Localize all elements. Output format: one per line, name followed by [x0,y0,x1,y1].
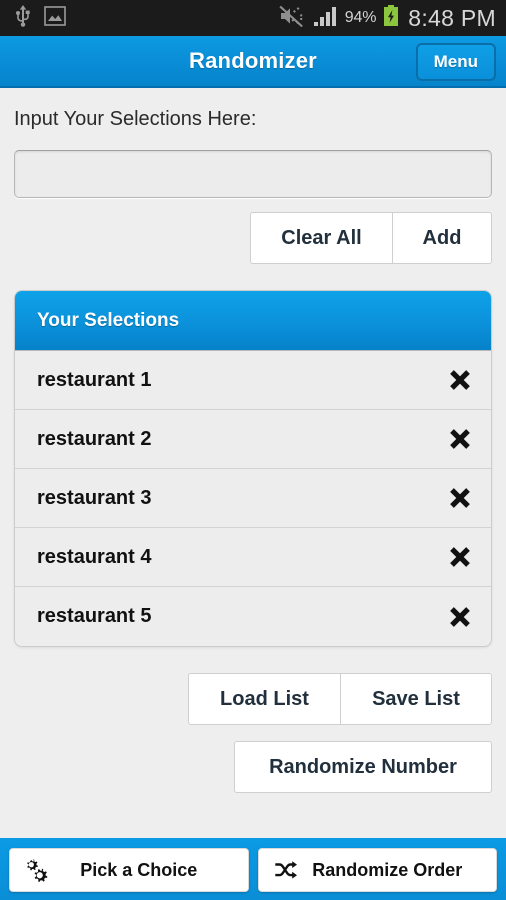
selections-header: Your Selections [15,291,491,351]
shuffle-icon [273,860,299,880]
pick-a-choice-button[interactable]: Pick a Choice [9,848,249,892]
close-icon[interactable] [429,483,491,513]
list-item[interactable]: restaurant 4 [15,528,491,587]
input-action-buttons: Clear All Add [250,212,492,264]
save-list-button[interactable]: Save List [340,673,492,725]
randomize-number-button[interactable]: Randomize Number [234,741,492,793]
list-item[interactable]: restaurant 5 [15,587,491,646]
list-item-label: restaurant 1 [37,368,152,391]
battery-charging-icon [383,4,399,32]
pick-a-choice-label: Pick a Choice [80,859,198,880]
list-item[interactable]: restaurant 3 [15,469,491,528]
list-item-label: restaurant 2 [37,427,152,450]
randomize-order-label: Randomize Order [312,859,463,880]
list-item-label: restaurant 5 [37,605,152,627]
close-icon[interactable] [429,365,491,395]
list-item[interactable]: restaurant 1 [15,351,491,410]
close-icon[interactable] [429,424,491,454]
status-bar-clock: 8:48 PM [408,4,496,31]
close-icon[interactable] [429,542,491,572]
add-label: Add [422,226,462,249]
load-list-button[interactable]: Load List [188,673,340,725]
selections-card: Your Selections restaurant 1 restaurant 2… [14,290,492,647]
list-io-buttons: Load List Save List [188,673,492,725]
save-list-label: Save List [372,687,460,710]
list-item-label: restaurant 4 [37,545,152,568]
clear-all-button[interactable]: Clear All [250,212,392,264]
main-content: Input Your Selections Here: Clear All Ad… [0,90,506,838]
input-label: Input Your Selections Here: [14,108,257,130]
app-root: 94% 8:48 PM Randomizer Menu Input Your S… [0,0,506,900]
status-bar: 94% 8:48 PM [0,0,506,36]
action-bar: Randomizer Menu [0,36,506,88]
load-list-label: Load List [220,687,309,710]
add-button[interactable]: Add [392,212,492,264]
selections-header-title: Your Selections [37,309,180,331]
page-title: Randomizer [189,48,317,73]
mute-icon [278,5,306,32]
randomize-number-label: Randomize Number [269,755,457,778]
selection-input[interactable] [14,150,492,198]
clear-all-label: Clear All [281,226,362,249]
list-item-label: restaurant 3 [37,486,152,509]
gears-icon [24,858,50,882]
menu-button-label: Menu [433,52,478,71]
bottom-bar: Pick a Choice Randomize Order [0,838,506,900]
usb-icon [14,4,32,32]
image-icon [44,5,66,32]
status-bar-right-icons: 94% 8:48 PM [278,4,496,32]
battery-percent-label: 94% [344,9,377,26]
signal-icon [313,6,338,31]
selections-list: restaurant 1 restaurant 2 restaurant 3 rest… [15,351,491,646]
status-bar-left-icons [14,4,66,32]
close-icon[interactable] [429,602,491,632]
list-item[interactable]: restaurant 2 [15,410,491,469]
menu-button[interactable]: Menu [415,43,496,81]
randomize-order-button[interactable]: Randomize Order [257,848,497,892]
randomize-number-row: Randomize Number [234,741,492,793]
